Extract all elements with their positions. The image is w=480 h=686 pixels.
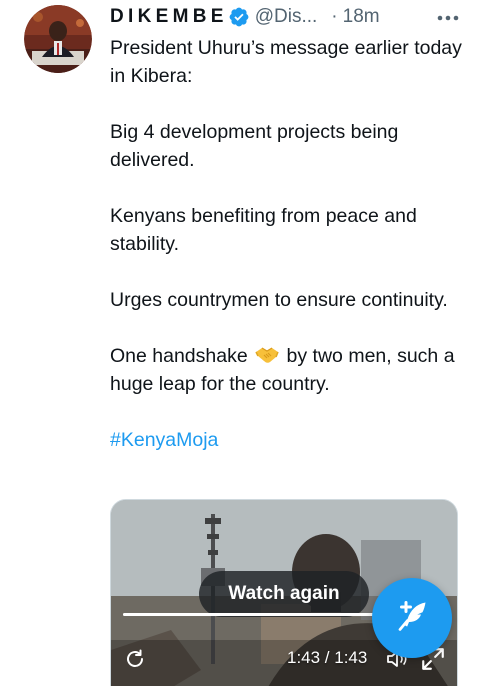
tweet-hashtag-line: #KenyaMoja [110,426,470,454]
tweet-paragraph: Urges countrymen to ensure continuity. [110,289,448,311]
tweet-page: DIKEMBE @Dis... · 18m President Uhuru’s … [0,0,480,686]
author-display-name[interactable]: DIKEMBE [110,6,228,28]
compose-tweet-button[interactable] [372,578,452,658]
author-avatar[interactable] [24,5,92,73]
tweet-body: President Uhuru’s message earlier today … [110,34,470,482]
handshake-emoji [255,345,279,365]
tweet-timestamp[interactable]: 18m [343,6,380,28]
hashtag-link[interactable]: #KenyaMoja [110,429,218,451]
more-horizontal-icon[interactable] [434,8,462,28]
verified-badge-icon [228,6,250,28]
handshake-text-before: One handshake [110,345,248,367]
author-handle[interactable]: @Dis... [255,6,318,28]
tweet-paragraph-handshake: One handshake by two men, such a huge le… [110,342,470,398]
tweet-paragraph: Kenyans benefiting from peace and stabil… [110,205,417,255]
tweet-header: DIKEMBE @Dis... · 18m [110,4,462,30]
replay-icon[interactable] [123,647,147,671]
header-separator: · [331,6,338,27]
compose-tweet-icon [394,598,430,639]
watch-again-button[interactable]: Watch again [199,571,369,617]
tweet-paragraph: President Uhuru’s message earlier today … [110,37,462,87]
tweet-paragraph: Big 4 development projects being deliver… [110,121,399,171]
video-time-readout: 1:43 / 1:43 [287,648,368,667]
avatar-image [24,5,92,73]
